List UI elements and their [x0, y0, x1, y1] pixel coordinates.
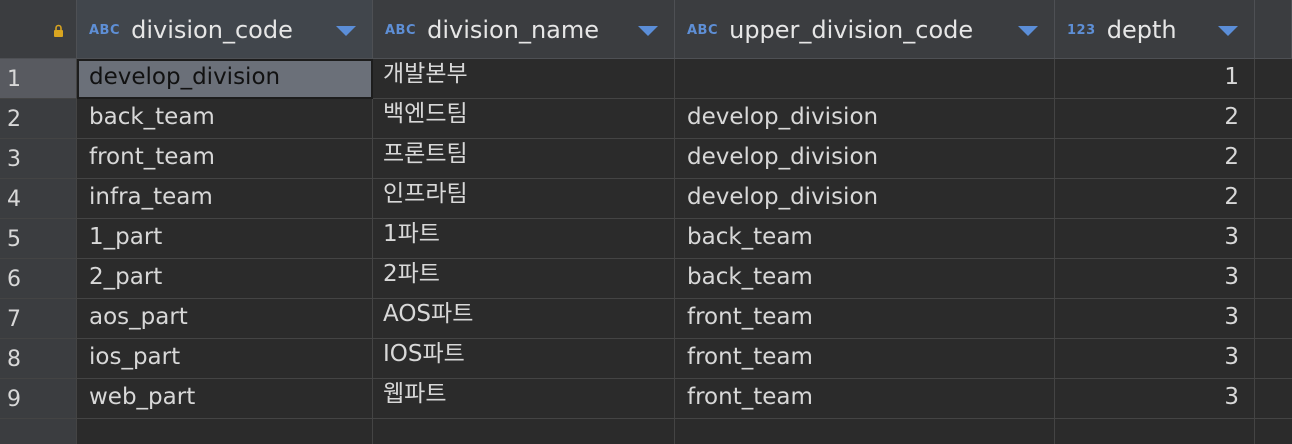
table-cell-upper-division-code[interactable]: develop_division	[675, 179, 1055, 219]
row-number[interactable]: 8	[0, 339, 77, 379]
table-cell-division-name[interactable]: 웹파트	[373, 379, 675, 419]
row-filler	[1255, 139, 1292, 179]
table-cell-division-name[interactable]: 1파트	[373, 219, 675, 259]
table-cell-depth[interactable]: 2	[1055, 99, 1255, 139]
number-type-icon: 123	[1067, 22, 1096, 38]
row-number[interactable]: 5	[0, 219, 77, 259]
table-row[interactable]: 9 web_part 웹파트 front_team 3	[0, 379, 1292, 419]
row-number[interactable]: 6	[0, 259, 77, 299]
text-type-icon: ABC	[687, 22, 719, 38]
table-cell-upper-division-code[interactable]: back_team	[675, 259, 1055, 299]
table-cell-division-name[interactable]: IOS파트	[373, 339, 675, 379]
row-number[interactable]: 1	[0, 59, 77, 99]
table-row[interactable]: 7 aos_part AOS파트 front_team 3	[0, 299, 1292, 339]
sort-arrow-icon[interactable]	[638, 26, 658, 36]
column-header-upper-division-code[interactable]: ABC upper_division_code	[675, 0, 1055, 58]
row-filler	[1255, 179, 1292, 219]
row-filler	[1255, 419, 1292, 444]
grid-header: ABC division_code ABC division_name ABC …	[0, 0, 1292, 59]
table-cell-depth[interactable]: 3	[1055, 339, 1255, 379]
table-cell-division-code[interactable]: aos_part	[77, 299, 373, 339]
table-cell-depth[interactable]: 3	[1055, 299, 1255, 339]
column-title: division_code	[131, 16, 293, 44]
empty-row	[0, 419, 1292, 444]
table-cell-depth[interactable]: 3	[1055, 379, 1255, 419]
empty-cell	[675, 419, 1055, 444]
table-row[interactable]: 2 back_team 백엔드팀 develop_division 2	[0, 99, 1292, 139]
table-row[interactable]: 3 front_team 프론트팀 develop_division 2	[0, 139, 1292, 179]
row-number-header[interactable]	[0, 0, 77, 58]
row-number[interactable]: 9	[0, 379, 77, 419]
sort-arrow-icon[interactable]	[336, 26, 356, 36]
table-cell-upper-division-code[interactable]: front_team	[675, 379, 1055, 419]
table-row[interactable]: 8 ios_part IOS파트 front_team 3	[0, 339, 1292, 379]
table-cell-upper-division-code[interactable]: front_team	[675, 339, 1055, 379]
row-number-empty	[0, 419, 77, 444]
row-filler	[1255, 99, 1292, 139]
table-cell-division-code[interactable]: infra_team	[77, 179, 373, 219]
table-cell-division-code[interactable]: 1_part	[77, 219, 373, 259]
table-cell-division-name[interactable]: 개발본부	[373, 59, 675, 99]
row-filler	[1255, 59, 1292, 99]
table-cell-depth[interactable]: 2	[1055, 139, 1255, 179]
empty-cell	[373, 419, 675, 444]
table-row[interactable]: 1 develop_division 개발본부 1	[0, 59, 1292, 99]
table-cell-upper-division-code[interactable]	[675, 59, 1055, 99]
text-type-icon: ABC	[89, 22, 121, 38]
row-filler	[1255, 299, 1292, 339]
table-cell-depth[interactable]: 3	[1055, 219, 1255, 259]
table-row[interactable]: 5 1_part 1파트 back_team 3	[0, 219, 1292, 259]
table-cell-upper-division-code[interactable]: develop_division	[675, 99, 1055, 139]
empty-cell	[1055, 419, 1255, 444]
sort-arrow-icon[interactable]	[1018, 26, 1038, 36]
table-cell-division-name[interactable]: AOS파트	[373, 299, 675, 339]
table-cell-upper-division-code[interactable]: front_team	[675, 299, 1055, 339]
lock-icon[interactable]	[52, 24, 65, 37]
table-cell-depth[interactable]: 3	[1055, 259, 1255, 299]
column-title: division_name	[427, 16, 600, 44]
table-cell-division-name[interactable]: 프론트팀	[373, 139, 675, 179]
table-row[interactable]: 6 2_part 2파트 back_team 3	[0, 259, 1292, 299]
column-title: depth	[1106, 16, 1177, 44]
column-header-depth[interactable]: 123 depth	[1055, 0, 1255, 58]
row-number[interactable]: 7	[0, 299, 77, 339]
table-cell-division-name[interactable]: 2파트	[373, 259, 675, 299]
row-number[interactable]: 2	[0, 99, 77, 139]
sort-arrow-icon[interactable]	[1218, 26, 1238, 36]
row-number[interactable]: 4	[0, 179, 77, 219]
table-cell-division-code[interactable]: back_team	[77, 99, 373, 139]
row-filler	[1255, 259, 1292, 299]
table-cell-division-code[interactable]: web_part	[77, 379, 373, 419]
empty-cell	[77, 419, 373, 444]
table-cell-division-code[interactable]: ios_part	[77, 339, 373, 379]
result-grid: ABC division_code ABC division_name ABC …	[0, 0, 1292, 444]
table-cell-division-name[interactable]: 인프라팀	[373, 179, 675, 219]
table-cell-depth[interactable]: 1	[1055, 59, 1255, 99]
row-number[interactable]: 3	[0, 139, 77, 179]
table-cell-division-name[interactable]: 백엔드팀	[373, 99, 675, 139]
table-cell-division-code[interactable]: 2_part	[77, 259, 373, 299]
table-row[interactable]: 4 infra_team 인프라팀 develop_division 2	[0, 179, 1292, 219]
header-filler	[1255, 0, 1292, 58]
column-title: upper_division_code	[729, 16, 974, 44]
table-cell-upper-division-code[interactable]: back_team	[675, 219, 1055, 259]
table-cell-division-code[interactable]: develop_division	[77, 59, 373, 99]
row-filler	[1255, 379, 1292, 419]
row-filler	[1255, 339, 1292, 379]
column-header-division-name[interactable]: ABC division_name	[373, 0, 675, 58]
row-filler	[1255, 219, 1292, 259]
text-type-icon: ABC	[385, 22, 417, 38]
column-header-division-code[interactable]: ABC division_code	[77, 0, 373, 58]
table-cell-upper-division-code[interactable]: develop_division	[675, 139, 1055, 179]
table-cell-depth[interactable]: 2	[1055, 179, 1255, 219]
table-cell-division-code[interactable]: front_team	[77, 139, 373, 179]
